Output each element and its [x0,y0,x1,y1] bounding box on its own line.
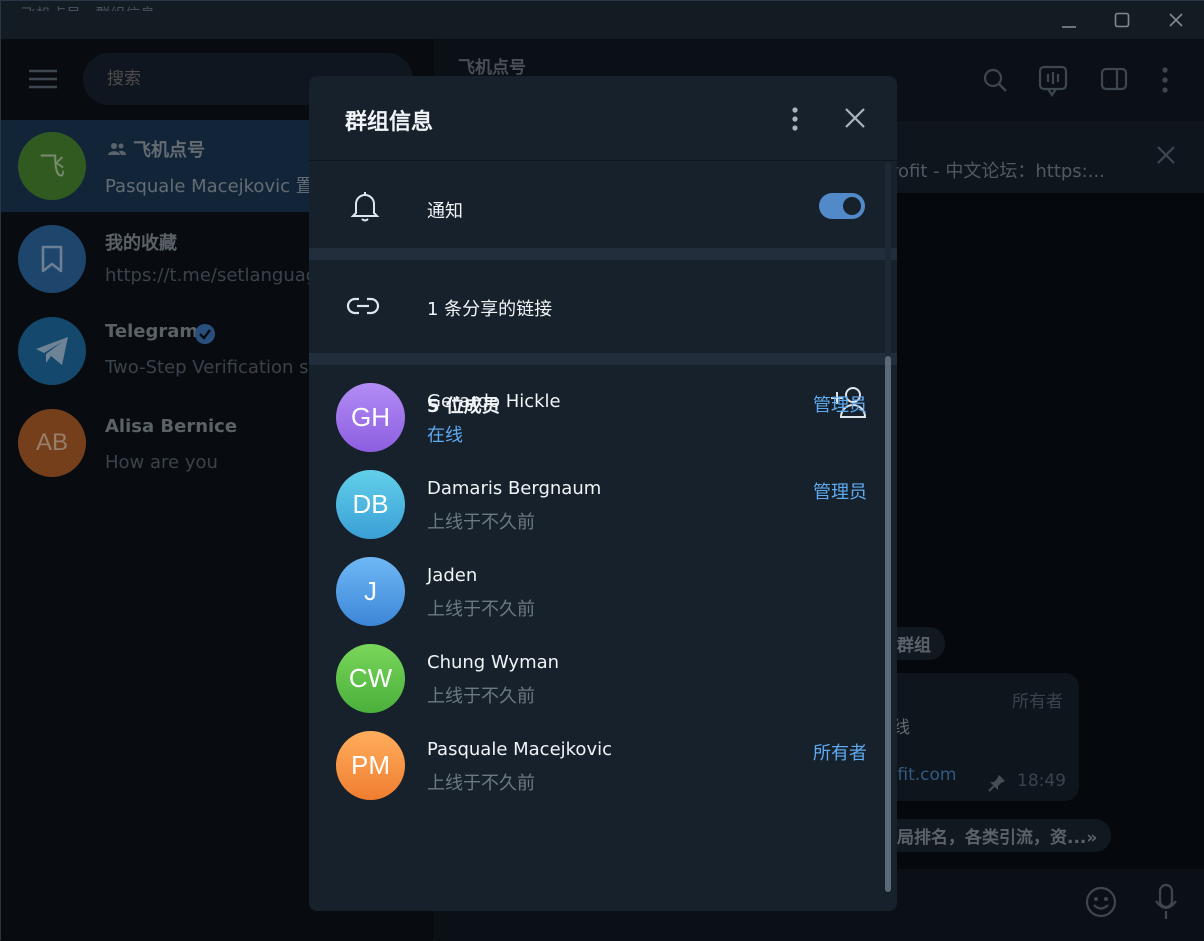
member-status: 上线于不久前 [427,773,535,794]
member-name: Pasquale Macejkovic [427,739,612,760]
member-status: 上线于不久前 [427,599,535,620]
member-name: Damaris Bergnaum [427,478,602,499]
member-status: 上线于不久前 [427,512,535,533]
link-icon [346,297,380,315]
notifications-label: 通知 [427,201,463,222]
member-name: Jaden [427,565,478,586]
section-separator [309,248,897,260]
avatar: J [336,557,405,626]
member-row[interactable]: CW Chung Wyman 上线于不久前 [309,644,897,730]
app-window: 飞机点号 · 群组信息 飞 飞机点号 Pasquale Macejkovic 置 [0,0,1204,941]
scrollbar-thumb[interactable] [885,356,891,892]
group-info-dialog: 群组信息 通知 1 条分享的链接 5 位成员 GH Gerardo Hickle… [309,76,897,911]
member-role-badge: 管理员 [813,395,867,416]
bell-icon [350,192,380,222]
avatar: GH [336,383,405,452]
member-name: Gerardo Hickle [427,391,561,412]
notifications-toggle[interactable] [819,193,865,219]
toggle-knob [841,195,863,217]
dialog-title: 群组信息 [345,110,434,135]
member-status: 在线 [427,425,463,446]
close-icon[interactable] [841,104,869,132]
avatar: DB [336,470,405,539]
member-role-badge: 管理员 [813,482,867,503]
section-separator [309,353,897,365]
member-row[interactable]: PM Pasquale Macejkovic 上线于不久前 所有者 [309,731,897,817]
member-row[interactable]: DB Damaris Bergnaum 上线于不久前 管理员 [309,470,897,556]
more-options-icon[interactable] [785,104,805,134]
member-name: Chung Wyman [427,652,560,673]
member-row[interactable]: GH Gerardo Hickle 在线 管理员 [309,383,897,469]
avatar: PM [336,731,405,800]
notifications-row[interactable]: 通知 [309,161,885,247]
member-status: 上线于不久前 [427,686,535,707]
member-row[interactable]: J Jaden 上线于不久前 [309,557,897,643]
member-role-badge: 所有者 [813,743,867,764]
avatar: CW [336,644,405,713]
shared-links-label: 1 条分享的链接 [427,299,553,320]
shared-links-row[interactable]: 1 条分享的链接 [309,260,885,352]
